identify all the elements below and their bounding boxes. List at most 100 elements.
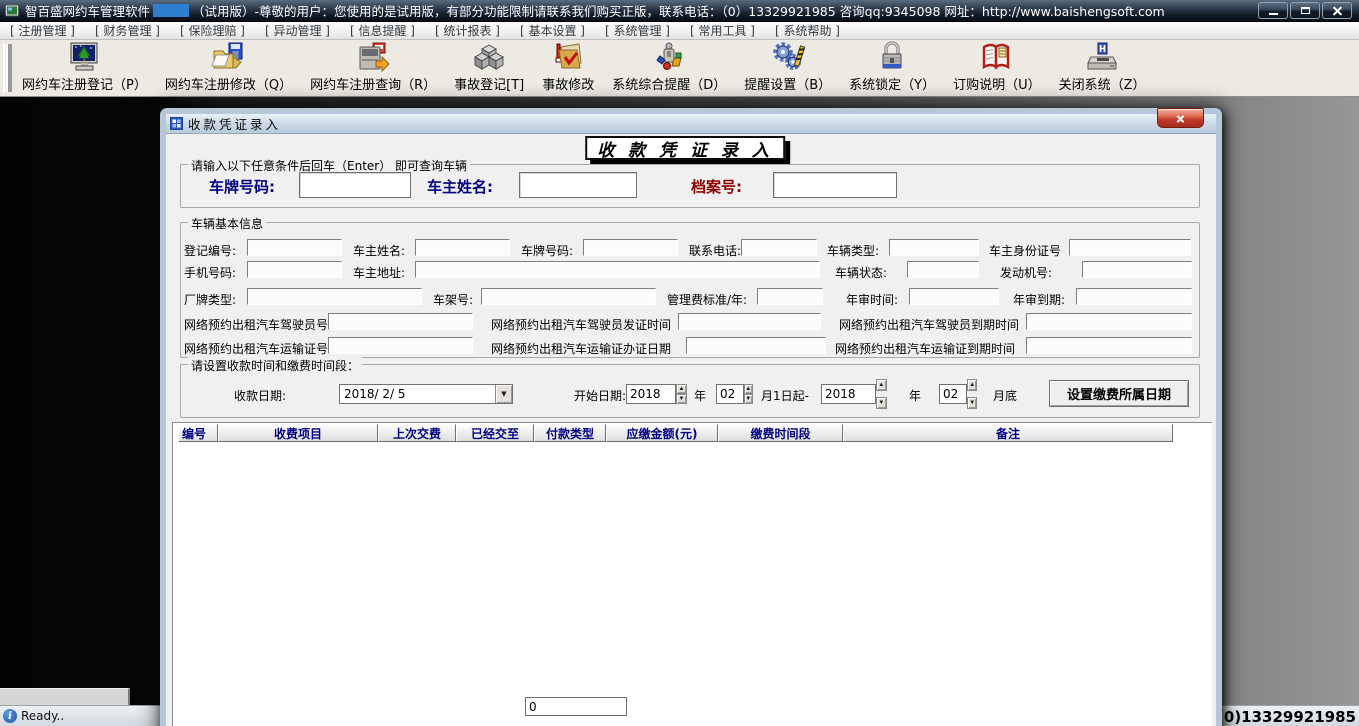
year-unit-label: 年: [694, 387, 706, 404]
annual-expire-label: 年审到期:: [1013, 291, 1065, 308]
dialog-title: 收款凭证录入: [188, 114, 281, 133]
plate-no-info-label: 车牌号码:: [521, 242, 573, 259]
engine-no-field[interactable]: [1082, 261, 1192, 278]
spin-up-icon[interactable]: ▲: [967, 379, 977, 391]
close-button[interactable]: [1322, 2, 1352, 19]
column-header[interactable]: 备注: [843, 424, 1173, 442]
spin-down-icon[interactable]: ▼: [967, 397, 977, 409]
menu-info-reminder[interactable]: [ 信息提醒 ]: [350, 22, 415, 39]
window-titlebar: 智百盛网约车管理软件 （试用版）-尊敬的用户：您使用的是试用版，有部分功能限制请…: [0, 0, 1359, 22]
minimize-button[interactable]: [1258, 2, 1288, 19]
chevron-down-icon[interactable]: ▼: [495, 385, 512, 403]
mobile-field[interactable]: [247, 261, 342, 278]
dialog-close-button[interactable]: [1157, 108, 1204, 128]
transport-cert-no-field[interactable]: [328, 337, 473, 354]
reg-no-field[interactable]: [247, 239, 342, 256]
start-year-spinner: ▲▼: [626, 384, 687, 404]
receipt-date-combo[interactable]: 2018/ 2/ 5 ▼: [339, 384, 513, 404]
column-header[interactable]: 已经交至: [456, 424, 534, 442]
tool-close-system[interactable]: 关闭系统（Z）: [1050, 38, 1155, 93]
transport-cert-expire-field[interactable]: [1026, 337, 1192, 354]
column-header[interactable]: 缴费时间段: [718, 424, 843, 442]
end-year-input[interactable]: [821, 384, 876, 404]
tool-system-reminder[interactable]: 系统综合提醒（D）: [603, 38, 735, 93]
fee-table: 编号 收费项目 上次交费 已经交至 付款类型 应缴金额(元) 缴费时间段 备注: [172, 422, 1212, 726]
spin-up-icon[interactable]: ▲: [676, 384, 687, 394]
owner-id-label: 车主身份证号: [989, 242, 1061, 259]
footer-amount-input[interactable]: [525, 697, 627, 716]
column-header[interactable]: 上次交费: [378, 424, 456, 442]
restore-button[interactable]: [1290, 2, 1320, 19]
set-payment-period-button[interactable]: 设置缴费所属日期: [1049, 380, 1189, 407]
column-header[interactable]: 应缴金额(元): [606, 424, 718, 442]
driver-cert-expire-field[interactable]: [1026, 313, 1192, 330]
engine-no-label: 发动机号:: [1000, 264, 1052, 281]
spin-down-icon[interactable]: ▼: [744, 394, 753, 404]
transport-cert-no-label: 网络预约出租汽车运输证号: [184, 340, 328, 357]
menu-register-mgmt[interactable]: [ 注册管理 ]: [10, 22, 75, 39]
end-month-spinner: ▲▼: [939, 384, 977, 404]
owner-name-field[interactable]: [415, 239, 510, 256]
tool-accident-modify[interactable]: 事故修改: [533, 38, 603, 93]
plate-no-field[interactable]: [583, 239, 678, 256]
tool-system-lock[interactable]: 系统锁定（Y）: [840, 38, 944, 93]
menu-system-help[interactable]: [ 系统帮助 ]: [775, 22, 840, 39]
tool-modify-registration[interactable]: 网约车注册修改（Q）: [156, 38, 301, 93]
column-header[interactable]: 编号: [178, 424, 218, 442]
annual-check-field[interactable]: [909, 288, 999, 305]
start-year-input[interactable]: [626, 384, 676, 404]
driver-cert-no-field[interactable]: [328, 313, 473, 330]
menu-finance-mgmt[interactable]: [ 财务管理 ]: [95, 22, 160, 39]
toolbar-gripper: [3, 44, 10, 92]
vehicle-type-field[interactable]: [889, 239, 979, 256]
address-field[interactable]: [415, 261, 820, 278]
vin-field[interactable]: [481, 288, 656, 305]
menu-stats-report[interactable]: [ 统计报表 ]: [435, 22, 500, 39]
tool-order-instructions[interactable]: 订购说明（U）: [944, 38, 1050, 93]
annual-expire-field[interactable]: [1076, 288, 1192, 305]
menu-transfer-mgmt[interactable]: [ 异动管理 ]: [265, 22, 330, 39]
driver-cert-issue-field[interactable]: [678, 313, 821, 330]
plate-no-query-input-field[interactable]: [300, 173, 410, 197]
spin-up-icon[interactable]: ▲: [876, 379, 887, 391]
voucher-banner: 收 款 凭 证 录 入: [585, 136, 785, 160]
spin-up-icon[interactable]: ▲: [744, 384, 753, 394]
tool-label: 订购说明（U）: [953, 74, 1041, 93]
vehicle-status-field[interactable]: [907, 261, 979, 278]
tool-accident-register[interactable]: 事故登记[T]: [445, 38, 533, 93]
start-date-label: 开始日期:: [574, 387, 626, 404]
transport-cert-issue-field[interactable]: [686, 337, 826, 354]
menu-common-tools[interactable]: [ 常用工具 ]: [690, 22, 755, 39]
receipt-date-value: 2018/ 2/ 5: [340, 387, 495, 401]
payment-date-legend: 请设置收款时间和缴费时间段：: [188, 357, 362, 374]
menu-basic-settings[interactable]: [ 基本设置 ]: [520, 22, 585, 39]
spin-down-icon[interactable]: ▼: [876, 397, 887, 409]
status-ready-text: Ready..: [21, 709, 64, 723]
mgmt-fee-field[interactable]: [757, 288, 823, 305]
end-month-input[interactable]: [939, 384, 967, 404]
dialog-client: 收 款 凭 证 录 入 请输入以下任意条件后回车（Enter） 即可查询车辆 车…: [166, 134, 1216, 726]
owner-id-field[interactable]: [1069, 239, 1191, 256]
dialog-titlebar[interactable]: 收款凭证录入: [166, 114, 1216, 134]
file-no-query-input-field[interactable]: [774, 173, 896, 197]
tool-label: 系统综合提醒（D）: [612, 74, 726, 93]
column-header[interactable]: 收费项目: [218, 424, 378, 442]
start-month-spinner: ▲▼: [716, 384, 753, 404]
vehicle-info-legend: 车辆基本信息: [188, 215, 266, 232]
tool-label: 关闭系统（Z）: [1059, 74, 1146, 93]
start-month-input[interactable]: [716, 384, 744, 404]
menu-system-mgmt[interactable]: [ 系统管理 ]: [605, 22, 670, 39]
tool-reminder-settings[interactable]: 提醒设置（B）: [735, 38, 840, 93]
phone-field[interactable]: [741, 239, 817, 256]
spin-down-icon[interactable]: ▼: [676, 394, 687, 404]
tool-query-registration[interactable]: 网约车注册查询（R）: [301, 38, 445, 93]
column-header[interactable]: 付款类型: [534, 424, 606, 442]
transport-cert-expire-label: 网络预约出租汽车运输证到期时间: [835, 340, 1015, 357]
shutdown-disk-icon: [1085, 39, 1119, 73]
menu-insurance-claims[interactable]: [ 保险理赔 ]: [180, 22, 245, 39]
mobile-label: 手机号码:: [184, 264, 236, 281]
cubes-icon: [472, 39, 506, 73]
brand-field[interactable]: [247, 288, 422, 305]
tool-register-vehicle[interactable]: 网约车注册登记（P）: [13, 38, 156, 93]
owner-name-query-input-field[interactable]: [520, 173, 636, 197]
